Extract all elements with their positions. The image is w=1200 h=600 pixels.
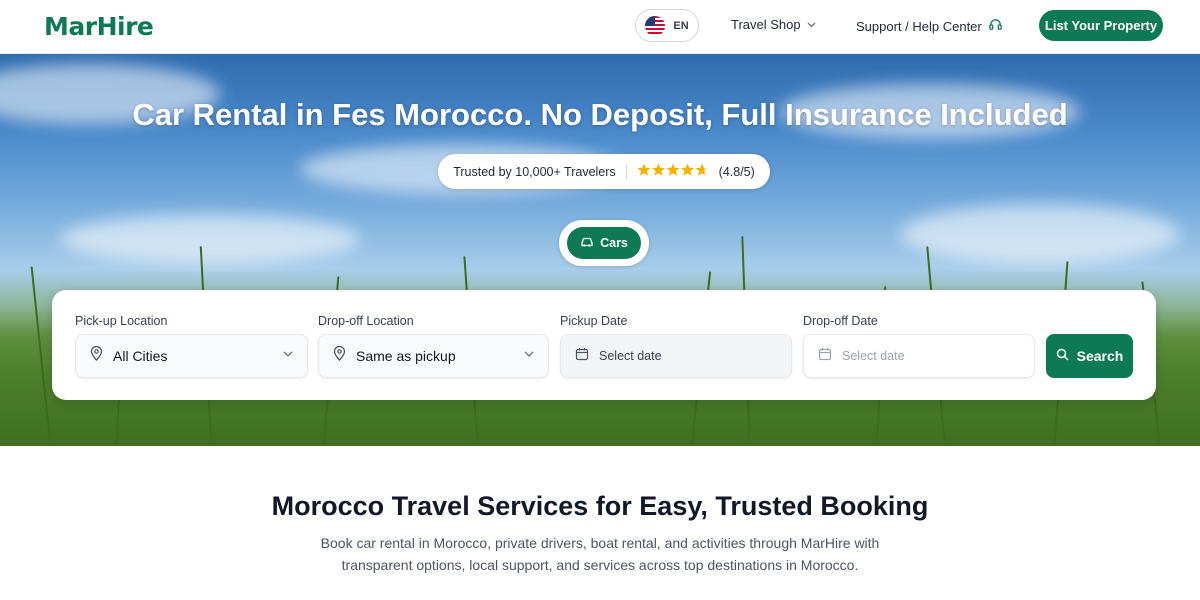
pickup-date-input[interactable]: Select date bbox=[560, 334, 792, 378]
logo-text: MarHire bbox=[44, 11, 154, 41]
divider bbox=[625, 163, 627, 180]
hero-banner: Car Rental in Fes Morocco. No Deposit, F… bbox=[0, 54, 1200, 446]
dropoff-date-label: Drop-off Date bbox=[803, 314, 878, 328]
list-property-button[interactable]: List Your Property bbox=[1039, 10, 1163, 41]
language-selector[interactable]: EN bbox=[635, 9, 699, 42]
logo[interactable]: MarHire bbox=[44, 9, 154, 43]
pickup-location-value: All Cities bbox=[113, 348, 168, 364]
chevron-down-icon bbox=[524, 349, 534, 360]
search-icon bbox=[1056, 348, 1069, 364]
headset-icon bbox=[988, 17, 1003, 35]
section-description: Book car rental in Morocco, private driv… bbox=[320, 535, 880, 573]
category-tabs: Cars bbox=[559, 220, 649, 266]
tab-cars[interactable]: Cars bbox=[567, 227, 641, 259]
dropoff-location-label: Drop-off Location bbox=[318, 314, 414, 328]
trust-badge: Trusted by 10,000+ Travelers (4.8/5) bbox=[438, 154, 770, 189]
cloud-decoration bbox=[900, 204, 1180, 264]
dropoff-date-input[interactable]: Select date bbox=[803, 334, 1035, 378]
search-button[interactable]: Search bbox=[1046, 334, 1133, 378]
dropoff-date-placeholder: Select date bbox=[842, 349, 905, 363]
trust-text: Trusted by 10,000+ Travelers bbox=[453, 164, 616, 179]
rating-text: (4.8/5) bbox=[718, 164, 755, 179]
search-form: Pick-up Location All Cities Drop-off Loc… bbox=[52, 290, 1156, 400]
pickup-date-placeholder: Select date bbox=[599, 349, 662, 363]
search-button-label: Search bbox=[1076, 348, 1124, 364]
nav-support-label: Support / Help Center bbox=[856, 18, 982, 34]
tab-cars-label: Cars bbox=[600, 236, 628, 250]
dropoff-location-select[interactable]: Same as pickup bbox=[318, 334, 549, 378]
calendar-icon bbox=[818, 347, 832, 366]
nav-travel-shop[interactable]: Travel Shop bbox=[731, 17, 816, 32]
hero-title: Car Rental in Fes Morocco. No Deposit, F… bbox=[132, 97, 1068, 132]
map-pin-icon bbox=[90, 345, 103, 366]
star-rating-icon bbox=[637, 163, 709, 181]
cloud-decoration bbox=[60, 214, 360, 264]
car-icon bbox=[580, 236, 594, 251]
language-code: EN bbox=[673, 19, 689, 32]
us-flag-icon bbox=[645, 15, 666, 36]
grass-decoration bbox=[30, 266, 52, 446]
section-title: Morocco Travel Services for Easy, Truste… bbox=[271, 491, 929, 521]
pickup-location-select[interactable]: All Cities bbox=[75, 334, 308, 378]
pickup-location-label: Pick-up Location bbox=[75, 314, 168, 328]
nav-support[interactable]: Support / Help Center bbox=[856, 17, 1003, 35]
pickup-date-label: Pickup Date bbox=[560, 314, 628, 328]
calendar-icon bbox=[575, 347, 589, 366]
site-header: MarHire EN Travel Shop Support / Help Ce… bbox=[0, 0, 1200, 54]
nav-travel-shop-label: Travel Shop bbox=[731, 17, 801, 32]
dropoff-location-value: Same as pickup bbox=[356, 348, 456, 364]
map-pin-icon bbox=[333, 345, 346, 366]
chevron-down-icon bbox=[807, 20, 816, 30]
chevron-down-icon bbox=[283, 349, 293, 360]
